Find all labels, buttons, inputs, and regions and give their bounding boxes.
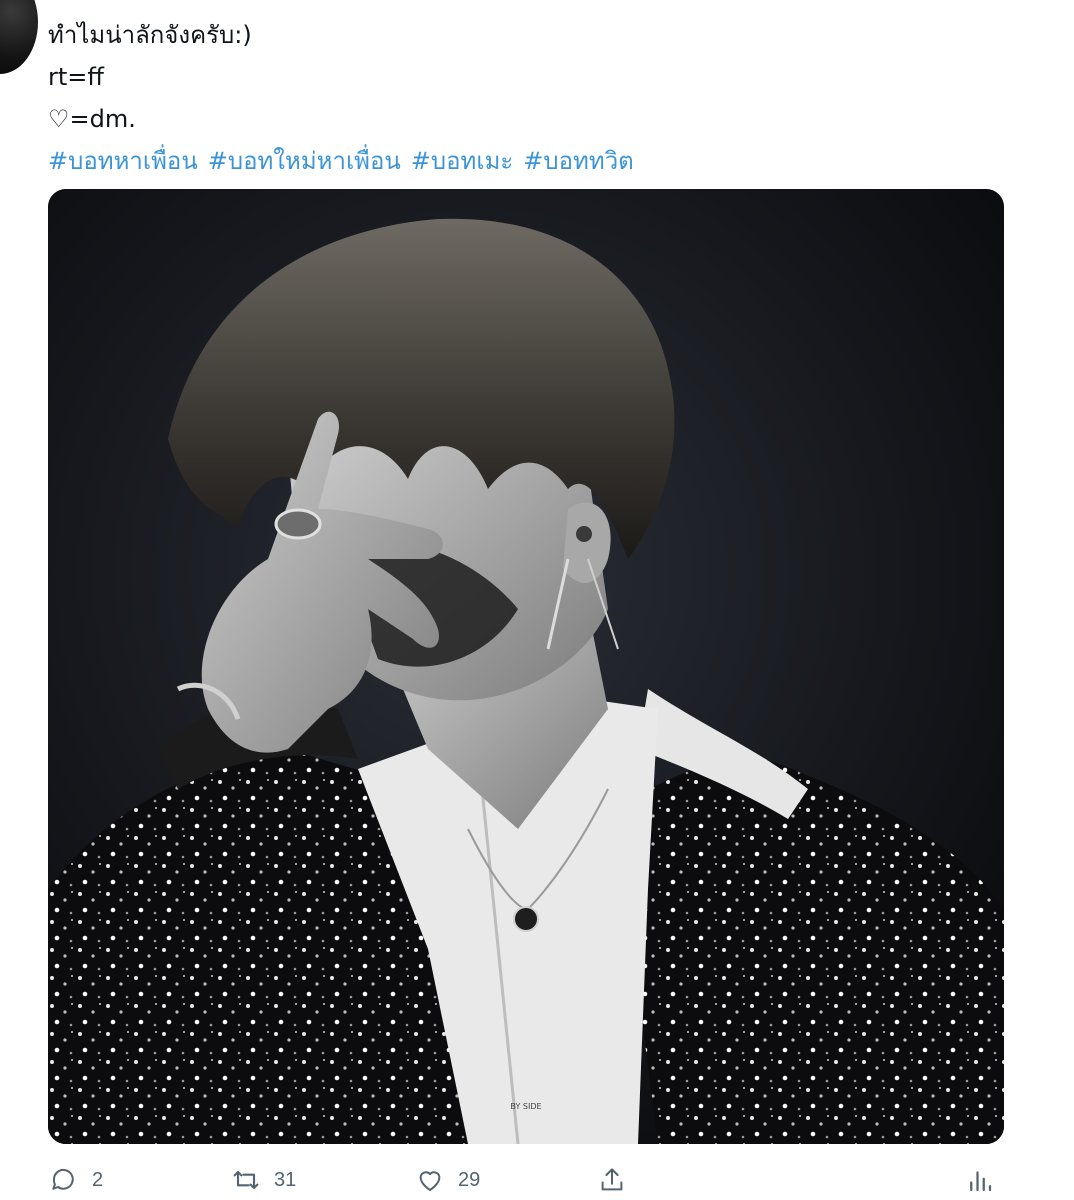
hashtag-link[interactable]: #บอทใหม่หาเพื่อน (208, 147, 401, 175)
retweet-icon (230, 1164, 262, 1196)
heart-icon (414, 1164, 446, 1196)
share-button[interactable] (596, 1160, 628, 1200)
like-count: 29 (458, 1168, 481, 1191)
tweet-text: ทำไมน่าลักจังครับ:) rt=ff ♡=dm. #บอทหาเพ… (48, 14, 1028, 182)
reply-icon (48, 1164, 80, 1196)
photo-illustration: BY SIDE (48, 189, 1004, 1144)
tweet-photo[interactable]: BY SIDE (48, 189, 1004, 1144)
retweet-count: 31 (274, 1168, 297, 1191)
hashtag-link[interactable]: #บอทหาเพื่อน (48, 147, 198, 175)
analytics-button[interactable] (964, 1160, 996, 1200)
reply-count: 2 (92, 1168, 104, 1191)
reply-button[interactable]: 2 (48, 1160, 103, 1200)
tweet-line-3: ♡=dm. (48, 105, 136, 133)
tweet-line-2: rt=ff (48, 63, 104, 91)
hashtag-row: #บอทหาเพื่อน #บอทใหม่หาเพื่อน #บอทเมะ #บอทท… (48, 140, 1028, 182)
tweet-line-1: ทำไมน่าลักจังครับ:) (48, 21, 252, 49)
author-avatar[interactable] (0, 0, 38, 74)
hashtag-link[interactable]: #บอททวิต (523, 147, 633, 175)
like-button[interactable]: 29 (414, 1160, 480, 1200)
share-icon (596, 1164, 628, 1196)
tweet-action-bar: 2 31 29 (48, 1160, 1048, 1200)
photo-watermark: BY SIDE (510, 1102, 541, 1111)
analytics-icon (964, 1164, 996, 1196)
hashtag-link[interactable]: #บอทเมะ (411, 147, 514, 175)
retweet-button[interactable]: 31 (230, 1160, 296, 1200)
